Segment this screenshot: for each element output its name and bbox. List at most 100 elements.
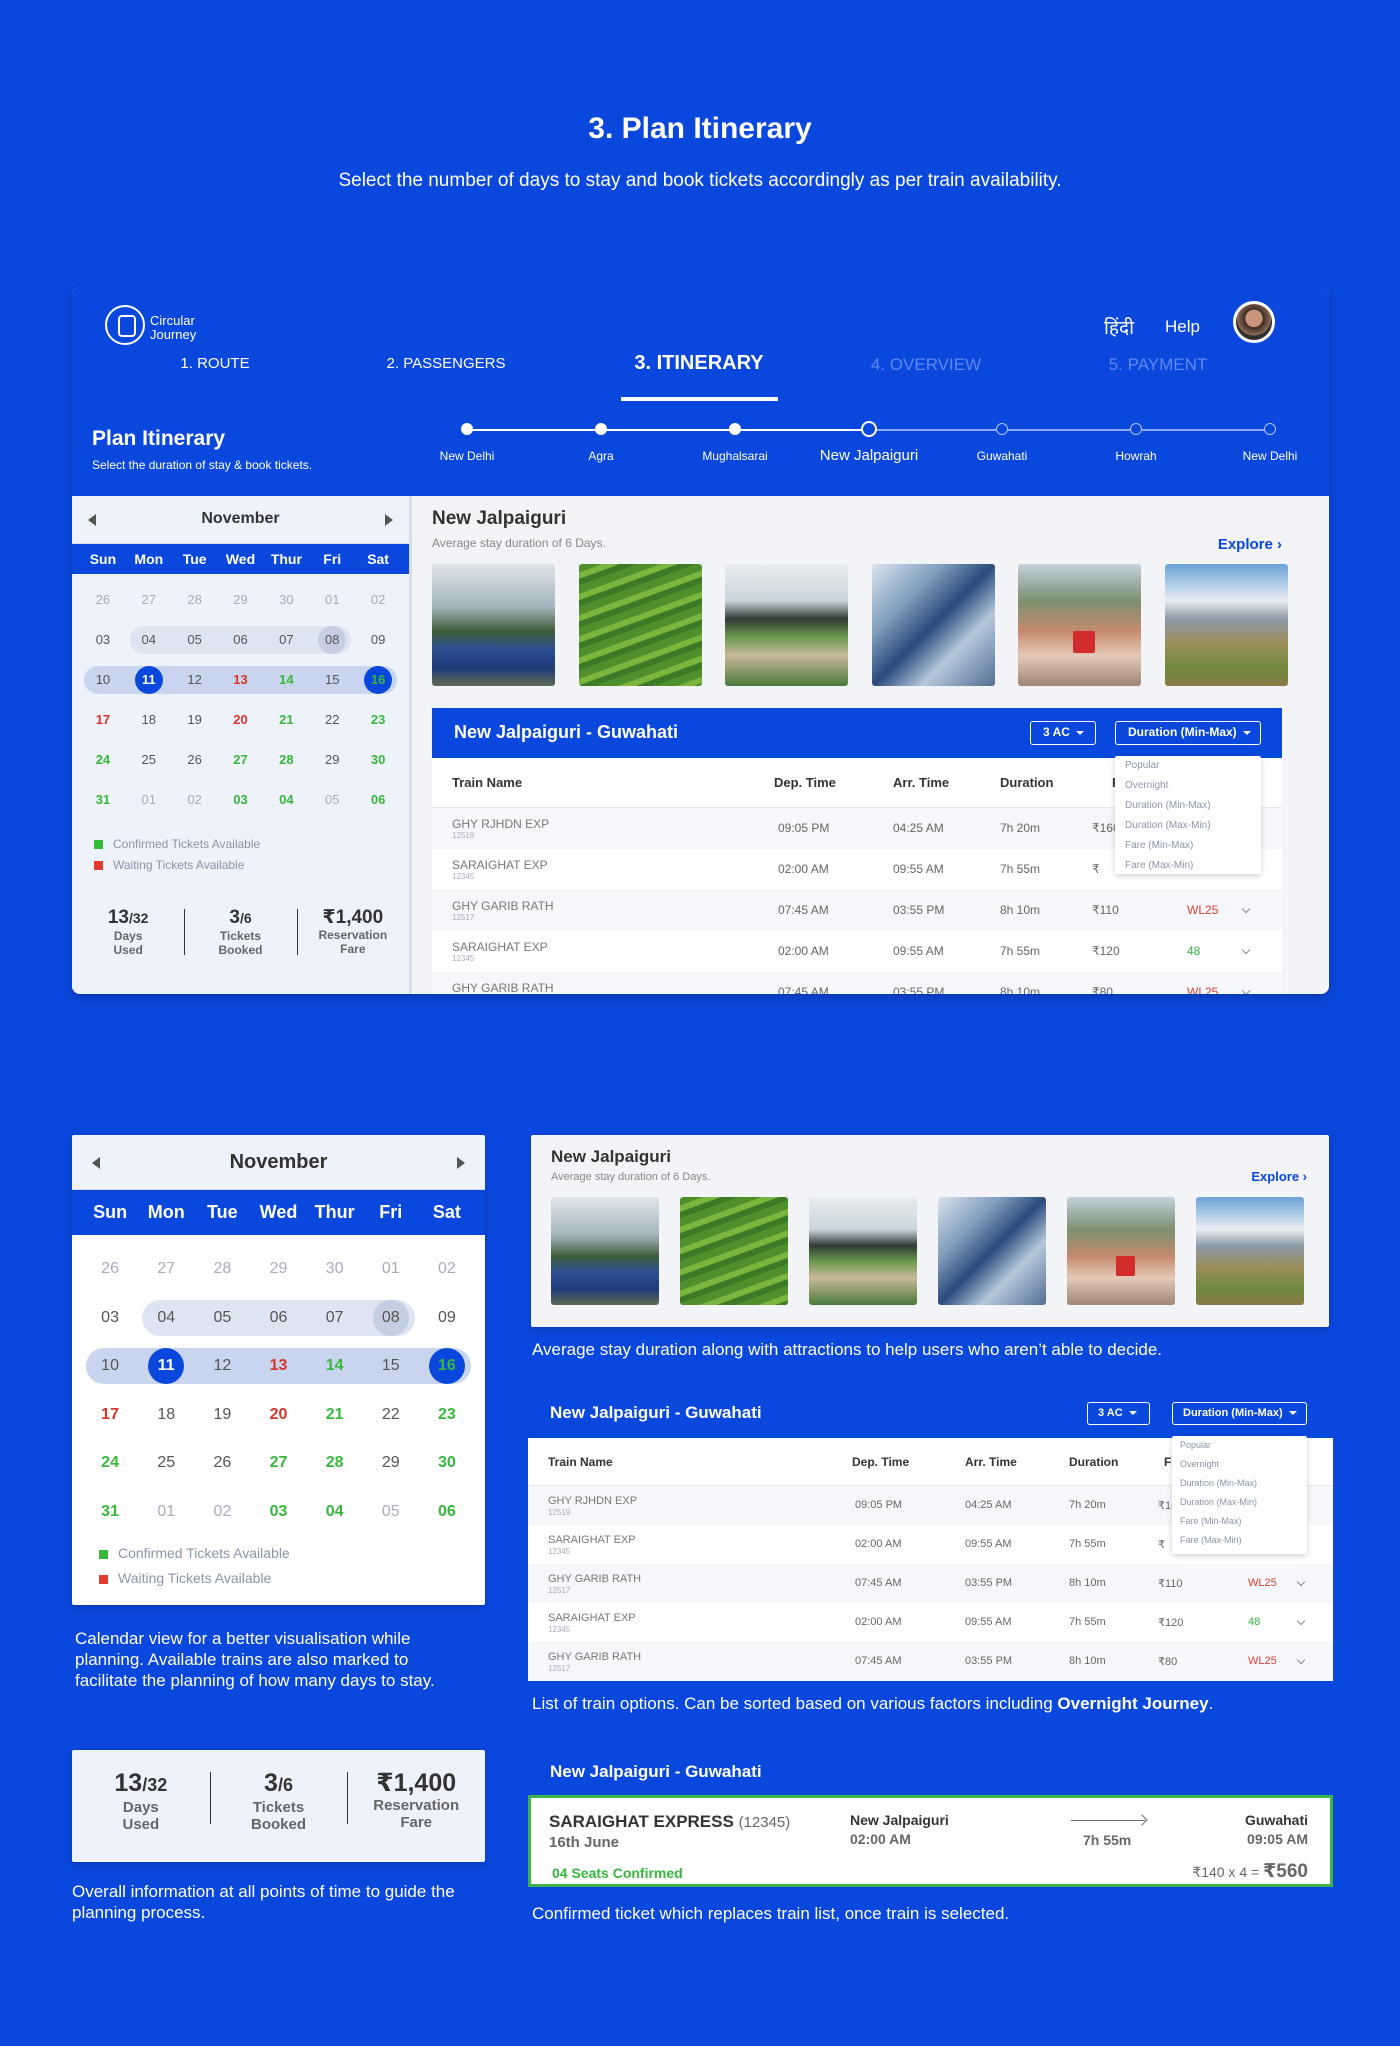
explore-link[interactable]: Explore › bbox=[1251, 1169, 1307, 1184]
calendar-day[interactable]: 09 bbox=[419, 1294, 475, 1343]
calendar-day[interactable]: 05 bbox=[194, 1294, 250, 1343]
calendar-day[interactable]: 22 bbox=[309, 700, 355, 740]
calendar-day[interactable]: 05 bbox=[172, 620, 218, 660]
calendar-day[interactable]: 30 bbox=[419, 1439, 475, 1488]
calendar-day[interactable]: 04 bbox=[138, 1294, 194, 1343]
calendar-day[interactable]: 28 bbox=[194, 1245, 250, 1294]
step-route[interactable]: 1. ROUTE bbox=[125, 355, 305, 372]
calendar-day[interactable]: 14 bbox=[263, 660, 309, 700]
train-row[interactable] bbox=[432, 890, 1282, 931]
calendar-day[interactable]: 03 bbox=[218, 780, 264, 820]
mountain-valley-photo[interactable] bbox=[938, 1197, 1046, 1305]
calendar-day[interactable]: 12 bbox=[194, 1342, 250, 1391]
mountain-valley-photo[interactable] bbox=[871, 564, 995, 686]
calendar-day[interactable]: 10 bbox=[82, 1342, 138, 1391]
class-select[interactable]: 3 AC bbox=[1030, 721, 1096, 745]
calendar-day[interactable]: 26 bbox=[82, 1245, 138, 1294]
sort-option[interactable]: Fare (Min-Max) bbox=[1180, 1516, 1242, 1526]
calendar-day[interactable]: 06 bbox=[218, 620, 264, 660]
step-itinerary[interactable]: 3. ITINERARY bbox=[609, 352, 789, 375]
route-stop-dot[interactable] bbox=[1264, 423, 1276, 435]
calendar-day[interactable]: 02 bbox=[172, 780, 218, 820]
calendar-day[interactable]: 02 bbox=[194, 1488, 250, 1537]
calendar-day[interactable]: 25 bbox=[126, 740, 172, 780]
calendar-day[interactable]: 12 bbox=[172, 660, 218, 700]
calendar-day[interactable]: 13 bbox=[218, 660, 264, 700]
calendar-day[interactable]: 10 bbox=[80, 660, 126, 700]
sort-option[interactable]: Fare (Max-Min) bbox=[1180, 1535, 1242, 1545]
sort-option[interactable]: Duration (Max-Min) bbox=[1125, 820, 1211, 831]
route-stop-label[interactable]: New Delhi bbox=[407, 449, 527, 463]
calendar-day[interactable]: 31 bbox=[80, 780, 126, 820]
calendar-day[interactable]: 04 bbox=[307, 1488, 363, 1537]
calendar-day[interactable]: 31 bbox=[82, 1488, 138, 1537]
route-stop-label[interactable]: Mughalsarai bbox=[675, 449, 795, 463]
calendar-day[interactable]: 24 bbox=[80, 740, 126, 780]
calendar-day[interactable]: 01 bbox=[363, 1245, 419, 1294]
route-stop-dot[interactable] bbox=[729, 423, 741, 435]
train-row[interactable] bbox=[528, 1564, 1333, 1603]
calendar-day[interactable]: 18 bbox=[126, 700, 172, 740]
calendar-day[interactable]: 07 bbox=[307, 1294, 363, 1343]
toy-train-photo[interactable] bbox=[432, 564, 555, 686]
calendar-day[interactable]: 05 bbox=[309, 780, 355, 820]
user-avatar[interactable] bbox=[1233, 301, 1275, 343]
calendar-day[interactable]: 27 bbox=[218, 740, 264, 780]
sort-option[interactable]: Duration (Max-Min) bbox=[1180, 1497, 1257, 1507]
class-select[interactable]: 3 AC bbox=[1087, 1401, 1150, 1425]
route-stop-label[interactable]: New Jalpaiguri bbox=[809, 447, 929, 464]
next-month-icon[interactable] bbox=[457, 1156, 465, 1169]
calendar-day[interactable]: 26 bbox=[80, 580, 126, 620]
calendar-day[interactable]: 01 bbox=[138, 1488, 194, 1537]
app-logo-text[interactable]: Circular Journey bbox=[150, 314, 220, 342]
cable-car-photo[interactable] bbox=[1018, 564, 1141, 686]
calendar-day[interactable]: 17 bbox=[82, 1391, 138, 1440]
explore-link[interactable]: Explore › bbox=[1218, 536, 1282, 553]
language-toggle[interactable]: हिंदी bbox=[1104, 314, 1134, 340]
calendar-day[interactable]: 15 bbox=[363, 1342, 419, 1391]
memorial-photo[interactable] bbox=[809, 1197, 917, 1305]
calendar-day[interactable]: 30 bbox=[307, 1245, 363, 1294]
calendar-day[interactable]: 27 bbox=[126, 580, 172, 620]
train-row[interactable] bbox=[528, 1603, 1333, 1642]
route-stop-dot[interactable] bbox=[595, 423, 607, 435]
calendar-day[interactable]: 20 bbox=[218, 700, 264, 740]
confirmed-ticket[interactable]: SARAIGHAT EXPRESS (12345) 16th June 04 S… bbox=[528, 1795, 1333, 1887]
calendar-day[interactable]: 06 bbox=[355, 780, 401, 820]
calendar-day[interactable]: 14 bbox=[307, 1342, 363, 1391]
calendar-day[interactable]: 23 bbox=[355, 700, 401, 740]
calendar-day[interactable]: 09 bbox=[355, 620, 401, 660]
sort-option[interactable]: Overnight bbox=[1125, 780, 1168, 791]
route-stop-label[interactable]: Howrah bbox=[1076, 449, 1196, 463]
calendar-day[interactable]: 30 bbox=[355, 740, 401, 780]
sort-option[interactable]: Duration (Min-Max) bbox=[1180, 1478, 1257, 1488]
calendar-day[interactable]: 01 bbox=[126, 780, 172, 820]
calendar-day[interactable]: 30 bbox=[263, 580, 309, 620]
calendar-day[interactable]: 02 bbox=[355, 580, 401, 620]
train-row[interactable] bbox=[528, 1642, 1333, 1681]
calendar-day[interactable]: 29 bbox=[250, 1245, 306, 1294]
calendar-day[interactable]: 29 bbox=[363, 1439, 419, 1488]
prev-month-icon[interactable] bbox=[92, 1156, 100, 1169]
memorial-photo[interactable] bbox=[725, 564, 848, 686]
calendar-day[interactable]: 26 bbox=[172, 740, 218, 780]
calendar-day[interactable]: 22 bbox=[363, 1391, 419, 1440]
route-stop-dot[interactable] bbox=[461, 423, 473, 435]
cable-car-photo[interactable] bbox=[1067, 1197, 1175, 1305]
calendar-day[interactable]: 21 bbox=[263, 700, 309, 740]
calendar-day[interactable]: 19 bbox=[172, 700, 218, 740]
route-stop-label[interactable]: Guwahati bbox=[942, 449, 1062, 463]
sort-select[interactable]: Duration (Min-Max) bbox=[1115, 721, 1261, 745]
calendar-day[interactable]: 03 bbox=[82, 1294, 138, 1343]
next-month-icon[interactable] bbox=[385, 514, 393, 526]
route-stop-dot[interactable] bbox=[861, 421, 877, 437]
calendar-day[interactable]: 20 bbox=[250, 1391, 306, 1440]
calendar-day[interactable]: 04 bbox=[126, 620, 172, 660]
calendar-day[interactable]: 02 bbox=[419, 1245, 475, 1294]
sort-option[interactable]: Overnight bbox=[1180, 1459, 1219, 1469]
calendar-day[interactable]: 28 bbox=[307, 1439, 363, 1488]
sort-option[interactable]: Popular bbox=[1125, 760, 1159, 771]
calendar-day[interactable]: 29 bbox=[309, 740, 355, 780]
calendar-day[interactable]: 15 bbox=[309, 660, 355, 700]
calendar-day[interactable]: 07 bbox=[263, 620, 309, 660]
